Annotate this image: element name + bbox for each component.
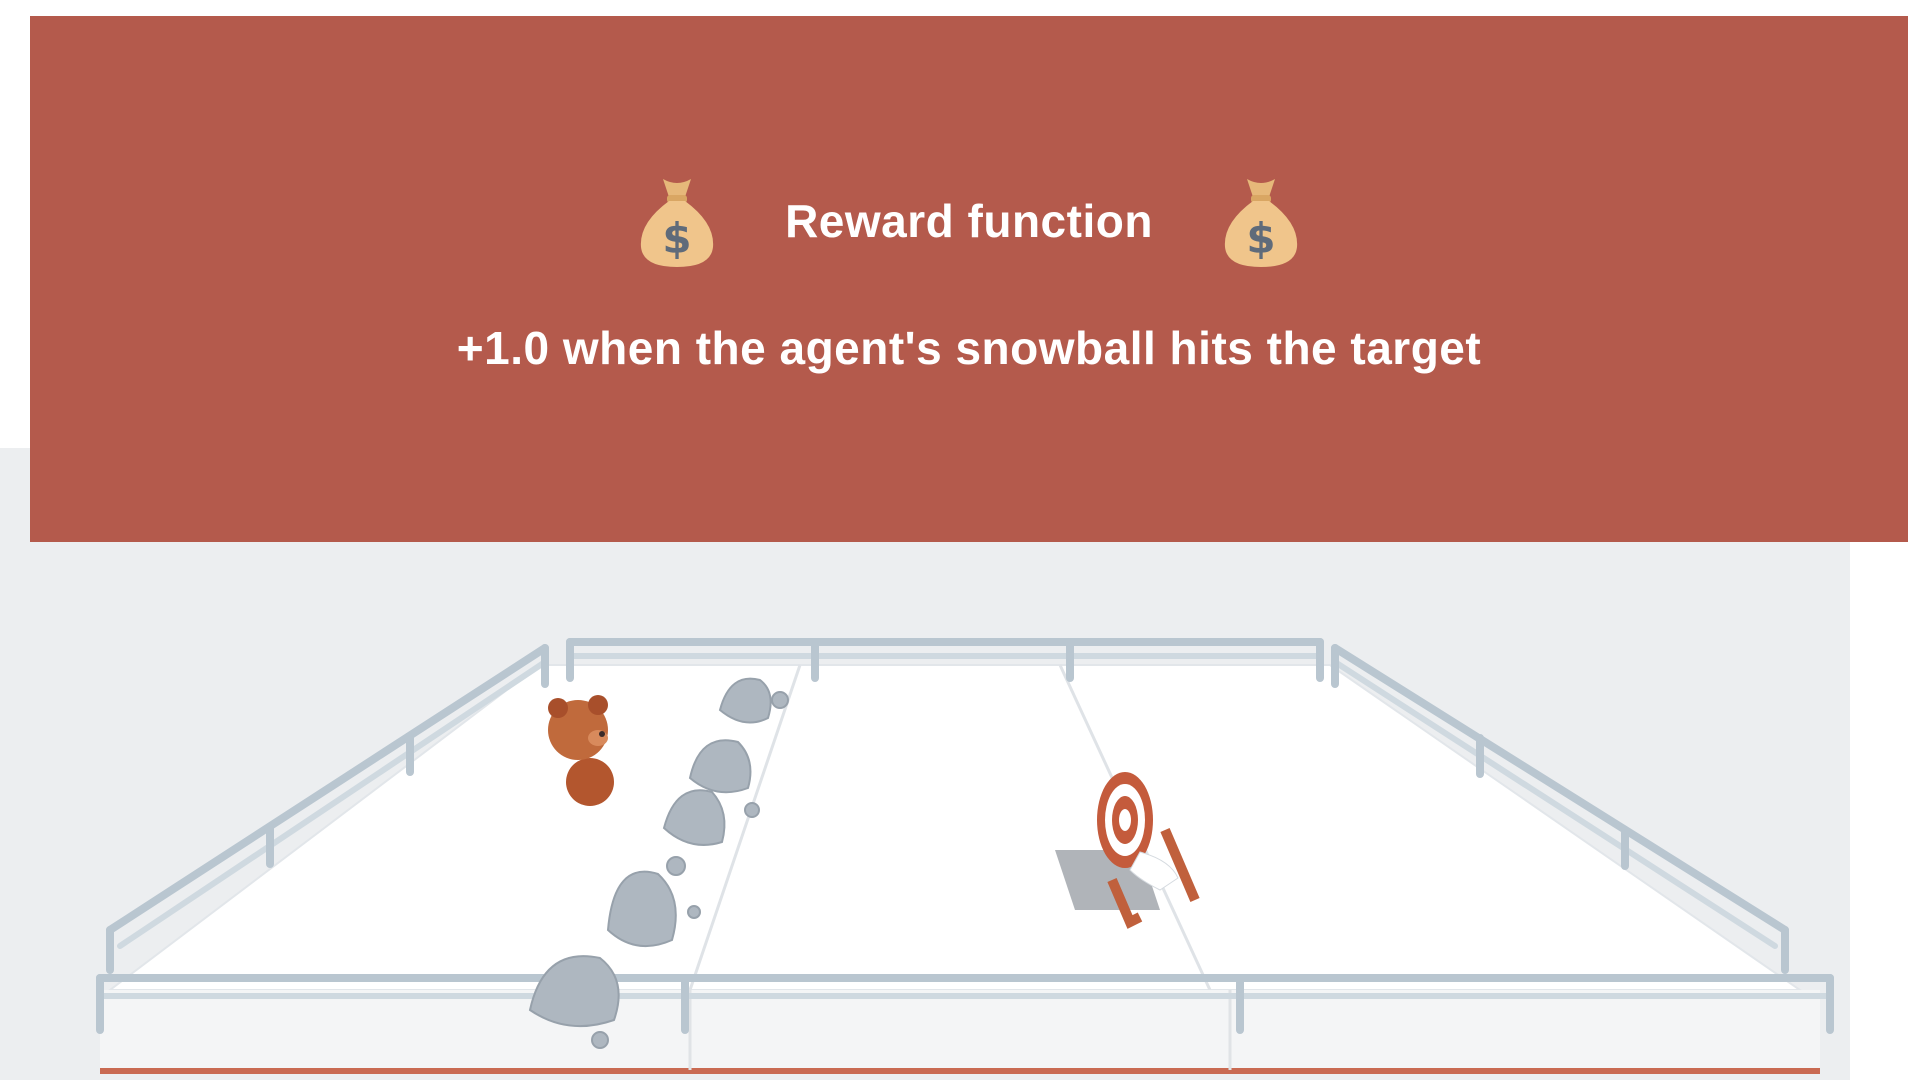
- page-title: Reward function: [785, 195, 1153, 247]
- game-scene: [96, 638, 1834, 1074]
- money-bag-icon: $: [1224, 179, 1298, 267]
- snow-arena: [100, 664, 1820, 1074]
- title-row: $ Reward function $: [30, 171, 1908, 271]
- svg-text:$: $: [1246, 214, 1275, 263]
- svg-text:$: $: [662, 214, 691, 263]
- reward-banner: $ Reward function $ +1.0 when the agent'…: [30, 16, 1908, 542]
- money-bag-icon: $: [640, 179, 714, 267]
- reward-description: +1.0 when the agent's snowball hits the …: [456, 322, 1482, 374]
